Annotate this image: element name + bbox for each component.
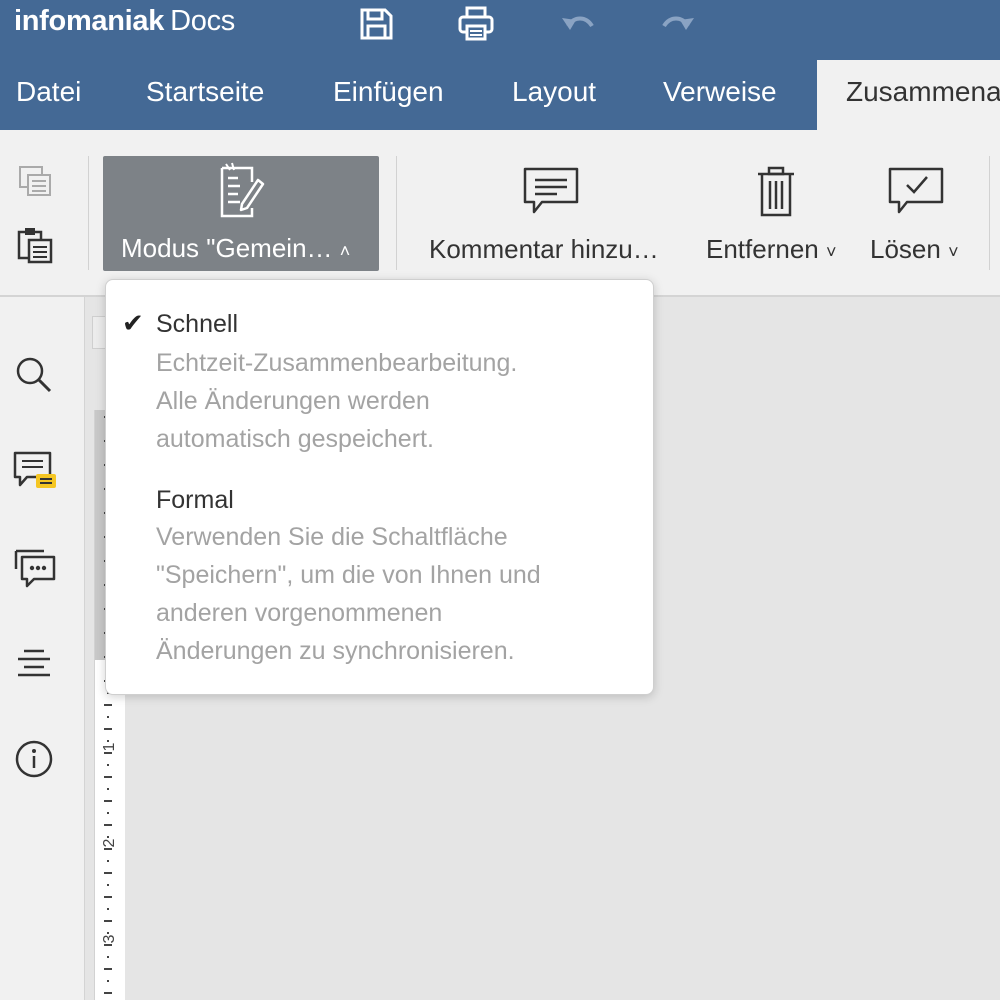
paste-icon[interactable]: [16, 226, 56, 266]
ruler-dot: [107, 764, 109, 766]
mode-option-description: Verwenden Sie die Schaltfläche "Speicher…: [156, 518, 626, 670]
ruler-tick: [104, 872, 112, 874]
tab-layout[interactable]: Layout: [512, 76, 596, 108]
ruler-dot: [107, 860, 109, 862]
ruler-tick: [104, 776, 112, 778]
left-sidebar: [0, 297, 85, 1000]
description-line: Verwenden Sie die Schaltfläche: [156, 523, 508, 551]
ruler-number: 1: [101, 742, 118, 752]
description-line: anderen vorgenommenen: [156, 599, 443, 627]
mode-label-text: Modus "Gemein…: [121, 233, 333, 263]
ruler-tick: [104, 968, 112, 970]
ruler-tick: [104, 728, 112, 730]
info-icon[interactable]: [12, 737, 56, 781]
resolve-label: Lösen: [870, 234, 941, 264]
comment-icon[interactable]: [522, 166, 580, 216]
tab-einfuegen[interactable]: Einfügen: [333, 76, 444, 108]
edit-document-icon: [216, 162, 266, 225]
remove-label: Entfernen: [706, 234, 819, 264]
mode-option-title: Schnell: [156, 310, 238, 338]
ruler-dot: [107, 716, 109, 718]
mode-option-title: Formal: [156, 486, 234, 514]
description-line: Echtzeit-Zusammenbearbeitung.: [156, 349, 518, 377]
ruler-tick: [104, 704, 112, 706]
description-line: automatisch gespeichert.: [156, 425, 434, 453]
ruler-number: 3: [101, 934, 118, 944]
ruler-tick: [104, 800, 112, 802]
remove-button[interactable]: Entfernen ˅: [706, 234, 837, 265]
collaboration-mode-button[interactable]: Modus "Gemein… ˄: [103, 156, 379, 271]
ruler-tick: [104, 824, 112, 826]
brand-name: infomaniak: [14, 5, 165, 37]
ruler-dot: [107, 956, 109, 958]
mode-option-schnell[interactable]: ✔ Schnell Echtzeit-Zusammenbearbeitung. …: [106, 304, 655, 464]
chevron-up-icon: ˄: [339, 241, 351, 261]
collaboration-mode-dropdown: ✔ Schnell Echtzeit-Zusammenbearbeitung. …: [105, 279, 654, 695]
navigation-icon[interactable]: [12, 641, 56, 685]
chevron-down-icon: ˅: [948, 242, 959, 262]
tab-bar: Datei Startseite Einfügen Layout Verweis…: [0, 60, 1000, 130]
redo-icon[interactable]: [658, 4, 698, 44]
ribbon-separator: [88, 156, 89, 270]
description-line: Alle Änderungen werden: [156, 387, 430, 415]
ruler-dot: [107, 812, 109, 814]
description-line: "Speichern", um die von Ihnen und: [156, 561, 541, 589]
save-icon[interactable]: [356, 4, 396, 44]
ruler-tick: [104, 920, 112, 922]
copy-icon[interactable]: [16, 164, 56, 200]
checkmark-icon: ✔: [122, 308, 144, 338]
brand-product: Docs: [170, 5, 235, 37]
description-line: Änderungen zu synchronisieren.: [156, 637, 515, 665]
mode-option-formal[interactable]: Formal Verwenden Sie die Schaltfläche "S…: [106, 480, 655, 675]
tab-datei[interactable]: Datei: [16, 76, 81, 108]
ruler-number: 2: [101, 838, 118, 848]
add-comment-button[interactable]: Kommentar hinzu…: [429, 234, 659, 265]
mode-option-description: Echtzeit-Zusammenbearbeitung. Alle Änder…: [156, 344, 626, 458]
ruler-corner: [92, 316, 106, 349]
ribbon-separator: [989, 156, 990, 270]
print-icon[interactable]: [456, 4, 496, 44]
ruler-dot: [107, 788, 109, 790]
resolve-button[interactable]: Lösen ˅: [870, 234, 959, 265]
collaboration-mode-label: Modus "Gemein… ˄: [121, 233, 350, 264]
ruler-tick: [104, 896, 112, 898]
app-logo: infomaniak Docs: [14, 5, 235, 38]
chevron-down-icon: ˅: [825, 242, 837, 262]
tab-startseite[interactable]: Startseite: [146, 76, 264, 108]
search-icon[interactable]: [12, 353, 56, 397]
ruler-tick: [104, 992, 112, 994]
ruler-dot: [107, 908, 109, 910]
resolve-comment-icon[interactable]: [887, 166, 945, 216]
undo-icon[interactable]: [558, 4, 598, 44]
chat-icon[interactable]: [12, 545, 56, 589]
comments-panel-icon[interactable]: [12, 449, 56, 493]
tab-verweise[interactable]: Verweise: [663, 76, 777, 108]
ribbon-separator: [396, 156, 397, 270]
tab-zusammenarbeit[interactable]: Zusammena: [817, 60, 1000, 130]
ruler-dot: [107, 884, 109, 886]
trash-icon[interactable]: [756, 166, 796, 218]
title-bar: infomaniak Docs: [0, 0, 1000, 60]
ruler-dot: [107, 980, 109, 982]
